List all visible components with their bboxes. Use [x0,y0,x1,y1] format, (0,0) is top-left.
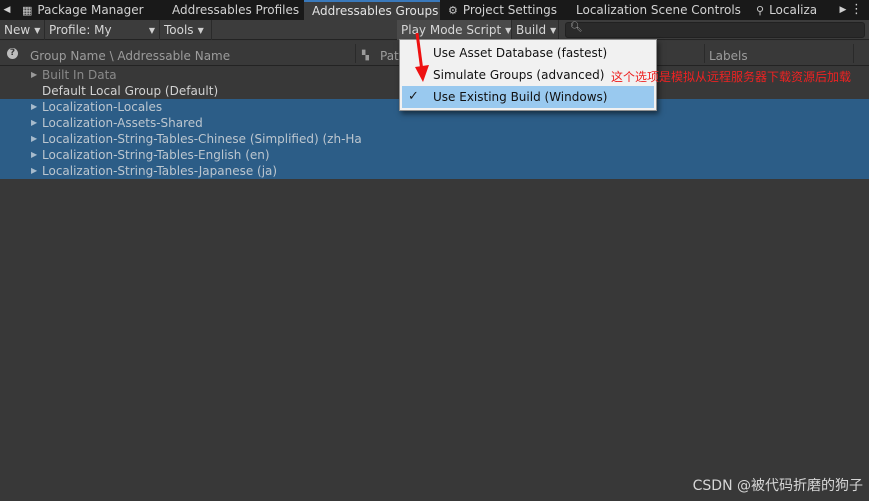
expand-arrow-icon[interactable]: ▶ [31,147,37,163]
tab-localization-scene-controls[interactable]: Localization Scene Controls [568,0,748,20]
chevron-down-icon: ▼ [550,25,557,35]
tab-label: Localization Scene Controls [576,3,741,17]
tab-localization[interactable]: ⚲ Localiza [748,0,828,20]
tools-dropdown[interactable]: Tools ▼ [160,20,212,40]
menu-item-use-asset-database[interactable]: Use Asset Database (fastest) [402,42,654,64]
tab-label: Localiza [769,3,818,17]
tab-package-manager[interactable]: ▦ Package Manager [14,0,164,20]
tree-row[interactable]: ▶ Localization-String-Tables-Chinese (Sim… [0,131,869,147]
menu-item-label: Use Existing Build (Windows) [433,90,608,104]
gear-icon: ⚙ [448,3,458,17]
package-icon: ▦ [22,3,33,17]
tab-label: Project Settings [462,3,557,17]
expand-arrow-icon[interactable]: ▶ [31,99,37,115]
chevron-down-icon: ▼ [34,25,41,35]
expand-arrow-icon[interactable]: ▶ [31,115,37,131]
column-divider[interactable] [355,44,356,63]
new-label: New [4,23,31,37]
groups-toolbar: New ▼ Profile: My ▼ Tools ▼ Play Mode Sc… [0,20,869,40]
tab-label: Addressables Profiles [172,3,300,17]
tab-label: Addressables Groups [312,4,439,18]
profile-label: Profile: My [49,23,112,37]
annotation-note: 这个选项是模拟从远程服务器下载资源后加载 [611,70,852,84]
new-dropdown[interactable]: New ▼ [0,20,45,40]
tree-row-label: Default Local Group (Default) [42,84,219,98]
more-options-icon[interactable]: ⋮ [850,2,863,17]
tab-addressables-profiles[interactable]: Addressables Profiles [164,0,304,20]
tab-project-settings[interactable]: ⚙ Project Settings [440,0,568,20]
tab-label: Package Manager [37,3,144,17]
tree-row[interactable]: ▶ Localization-String-Tables-Japanese (ja… [0,163,869,179]
checkmark-icon: ✓ [408,89,419,104]
tree-row[interactable]: ▶ Localization-Assets-Shared [0,115,869,131]
watermark: CSDN @被代码折磨的狗子 [692,478,863,494]
menu-item-use-existing-build[interactable]: ✓ Use Existing Build (Windows) [402,86,654,108]
window-tab-bar: ◀ ▦ Package Manager Addressables Profile… [0,0,869,20]
expand-arrow-icon[interactable]: ▶ [31,131,37,147]
expand-arrow-icon[interactable]: ▶ [31,67,37,83]
column-group-name[interactable]: Group Name \ Addressable Name [30,41,230,66]
tab-addressables-groups[interactable]: Addressables Groups [304,0,440,20]
chevron-down-icon: ▼ [505,25,512,35]
tree-row-label: Localization-Locales [42,100,163,114]
tab-scroll-right-icon[interactable]: ▶ [836,0,850,20]
column-path[interactable]: Pat [380,41,399,66]
tools-label: Tools [164,23,194,37]
column-divider[interactable] [704,44,705,63]
localization-icon: ⚲ [756,3,765,17]
menu-item-label: Simulate Groups (advanced) [433,68,605,82]
tree-row-label: Localization-Assets-Shared [42,116,203,130]
chevron-down-icon: ▼ [197,25,204,35]
chevron-down-icon: ▼ [148,25,155,35]
search-input[interactable]: 🔍︎ [565,22,865,38]
column-divider[interactable] [853,44,854,63]
tree-row[interactable]: ▶ Localization-String-Tables-English (en) [0,147,869,163]
tree-row-label: Localization-String-Tables-Japanese (ja) [42,164,278,178]
path-column-icon: ▚ [362,51,369,61]
menu-item-label: Use Asset Database (fastest) [433,46,608,60]
column-labels[interactable]: Labels [709,41,748,66]
tab-scroll-left-icon[interactable]: ◀ [0,0,14,20]
annotation-arrow-icon [415,33,429,82]
build-label: Build [516,23,547,37]
build-dropdown[interactable]: Build ▼ [512,20,559,40]
tree-row-label: Localization-String-Tables-English (en) [42,148,270,162]
help-icon[interactable]: ? [7,48,18,59]
search-icon: 🔍︎ [570,22,583,33]
tree-row-label: Localization-String-Tables-Chinese (Simp… [42,132,362,146]
tree-row-label: Built In Data [42,68,117,82]
expand-arrow-icon[interactable]: ▶ [31,163,37,179]
profile-dropdown[interactable]: Profile: My ▼ [45,20,160,40]
